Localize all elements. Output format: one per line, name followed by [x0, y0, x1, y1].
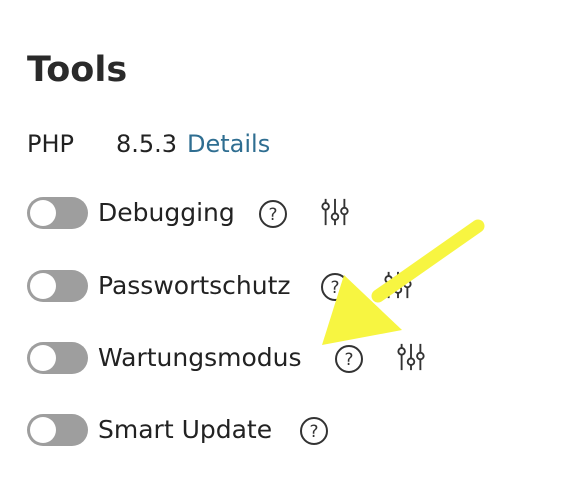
question-circle-icon[interactable]: ? — [258, 199, 288, 229]
sliders-icon[interactable] — [395, 342, 427, 372]
question-circle-icon[interactable]: ? — [299, 416, 329, 446]
debugging-toggle[interactable] — [27, 197, 88, 229]
sliders-icon[interactable] — [382, 270, 414, 300]
tools-panel: Tools PHP 8.5.3 Details Debugging ? Pass… — [0, 0, 562, 480]
wartungsmodus-toggle[interactable] — [27, 342, 88, 374]
tool-row-smart-update: Smart Update ? — [27, 412, 527, 448]
php-label: PHP — [27, 130, 74, 158]
question-circle-icon[interactable]: ? — [320, 272, 350, 302]
svg-text:?: ? — [309, 422, 318, 442]
wartungsmodus-label: Wartungsmodus — [98, 343, 302, 372]
passwortschutz-toggle[interactable] — [27, 270, 88, 302]
tool-row-wartungsmodus: Wartungsmodus ? — [27, 340, 527, 376]
smart-update-toggle[interactable] — [27, 414, 88, 446]
tool-row-debugging: Debugging ? — [27, 195, 527, 231]
svg-text:?: ? — [344, 350, 353, 370]
tools-title: Tools — [27, 50, 128, 90]
question-circle-icon[interactable]: ? — [334, 344, 364, 374]
sliders-icon[interactable] — [319, 197, 351, 227]
toggle-knob — [30, 273, 56, 299]
tool-row-passwortschutz: Passwortschutz ? — [27, 268, 527, 304]
php-details-link[interactable]: Details — [187, 126, 270, 162]
php-version: 8.5.3 — [116, 130, 178, 158]
svg-text:?: ? — [268, 205, 277, 225]
toggle-knob — [30, 345, 56, 371]
toggle-knob — [30, 200, 56, 226]
passwortschutz-label: Passwortschutz — [98, 271, 291, 300]
svg-text:?: ? — [330, 278, 339, 298]
smart-update-label: Smart Update — [98, 415, 273, 444]
toggle-knob — [30, 417, 56, 443]
debugging-label: Debugging — [98, 198, 235, 227]
